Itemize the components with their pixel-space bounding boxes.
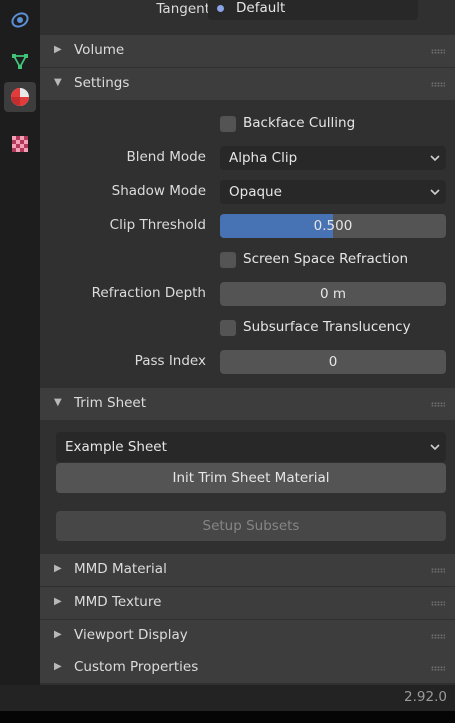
custom-properties-panel-header[interactable]: ▶ Custom Properties (40, 652, 455, 683)
checkbox-icon[interactable] (220, 320, 236, 336)
chevron-down-icon (430, 189, 440, 196)
texture-checker-icon (12, 136, 28, 152)
screen-space-refraction-label: Screen Space Refraction (243, 251, 409, 267)
clip-threshold-value: 0.500 (313, 218, 353, 234)
tab-texture[interactable] (4, 129, 36, 159)
collapsed-arrow-icon: ▶ (54, 563, 62, 574)
properties-sidebar (0, 0, 40, 685)
clip-threshold-slider[interactable]: 0.500 (220, 214, 446, 238)
refraction-depth-value: 0 m (319, 286, 347, 302)
tangent-row: Tangent Default (40, 0, 455, 30)
trim-sheet-panel-header[interactable]: ▼ Trim Sheet (40, 388, 455, 420)
tab-object-data[interactable] (4, 5, 36, 35)
custom-properties-panel-title: Custom Properties (74, 659, 199, 675)
material-properties-panel: Tangent Default ▶ Volume ▼ Settings Back… (40, 0, 455, 685)
pass-index-value: 0 (328, 354, 338, 370)
collapsed-arrow-icon: ▶ (54, 44, 62, 55)
trim-sheet-panel-title: Trim Sheet (74, 395, 147, 411)
material-icon (11, 88, 29, 106)
volume-panel-header[interactable]: ▶ Volume (40, 35, 455, 67)
init-trim-sheet-material-button[interactable]: Init Trim Sheet Material (56, 463, 446, 493)
drag-grip-icon[interactable] (431, 601, 445, 606)
checkbox-icon[interactable] (220, 252, 236, 268)
mmd-texture-panel-header[interactable]: ▶ MMD Texture (40, 587, 455, 619)
vertex-group-icon (12, 54, 28, 69)
drag-grip-icon[interactable] (431, 634, 445, 639)
refraction-depth-label: Refraction Depth (91, 285, 206, 301)
chevron-down-icon (430, 155, 440, 162)
trim-sheet-value: Example Sheet (65, 439, 167, 455)
object-data-icon (11, 12, 29, 28)
shadow-mode-value: Opaque (229, 184, 282, 200)
init-trim-sheet-material-label: Init Trim Sheet Material (172, 470, 330, 486)
volume-panel-title: Volume (74, 42, 125, 58)
pass-index-field[interactable]: 0 (220, 350, 446, 374)
status-bar: 2.92.0 (0, 685, 455, 711)
clip-threshold-label: Clip Threshold (109, 217, 206, 233)
tangent-value: Default (236, 0, 286, 16)
collapsed-arrow-icon: ▶ (54, 661, 62, 672)
shadow-mode-dropdown[interactable]: Opaque (220, 180, 446, 204)
blend-mode-dropdown[interactable]: Alpha Clip (220, 146, 446, 170)
settings-panel-title: Settings (74, 75, 130, 91)
refraction-depth-field[interactable]: 0 m (220, 282, 446, 306)
collapsed-arrow-icon: ▶ (54, 596, 62, 607)
subsurface-translucency-label: Subsurface Translucency (243, 319, 411, 335)
mmd-material-panel-title: MMD Material (74, 561, 167, 577)
drag-grip-icon[interactable] (431, 666, 445, 671)
pass-index-label: Pass Index (134, 353, 206, 369)
blend-mode-value: Alpha Clip (229, 150, 298, 166)
tab-material[interactable] (4, 82, 36, 112)
settings-panel-header[interactable]: ▼ Settings (40, 68, 455, 100)
drag-grip-icon[interactable] (431, 82, 445, 87)
window-bottom-edge (0, 711, 455, 723)
drag-grip-icon[interactable] (431, 568, 445, 573)
expanded-arrow-icon: ▼ (54, 397, 62, 408)
viewport-display-panel-title: Viewport Display (74, 627, 188, 643)
drag-grip-icon[interactable] (431, 49, 445, 54)
tangent-dot-icon (217, 5, 224, 12)
mmd-texture-panel-title: MMD Texture (74, 594, 162, 610)
trim-sheet-dropdown[interactable]: Example Sheet (56, 432, 446, 462)
version-label: 2.92.0 (404, 689, 447, 705)
backface-culling-label: Backface Culling (243, 115, 356, 131)
viewport-display-panel-header[interactable]: ▶ Viewport Display (40, 620, 455, 652)
mmd-material-panel-header[interactable]: ▶ MMD Material (40, 554, 455, 586)
checkbox-icon[interactable] (220, 116, 236, 132)
setup-subsets-label: Setup Subsets (202, 518, 300, 534)
tangent-label: Tangent (156, 1, 210, 17)
chevron-down-icon (430, 444, 440, 451)
setup-subsets-button[interactable]: Setup Subsets (56, 511, 446, 541)
collapsed-arrow-icon: ▶ (54, 629, 62, 640)
expanded-arrow-icon: ▼ (54, 77, 62, 88)
blend-mode-label: Blend Mode (126, 149, 206, 165)
tangent-field[interactable]: Default (208, 0, 418, 20)
tab-vertex-groups[interactable] (4, 46, 36, 76)
drag-grip-icon[interactable] (431, 402, 445, 407)
shadow-mode-label: Shadow Mode (111, 183, 206, 199)
